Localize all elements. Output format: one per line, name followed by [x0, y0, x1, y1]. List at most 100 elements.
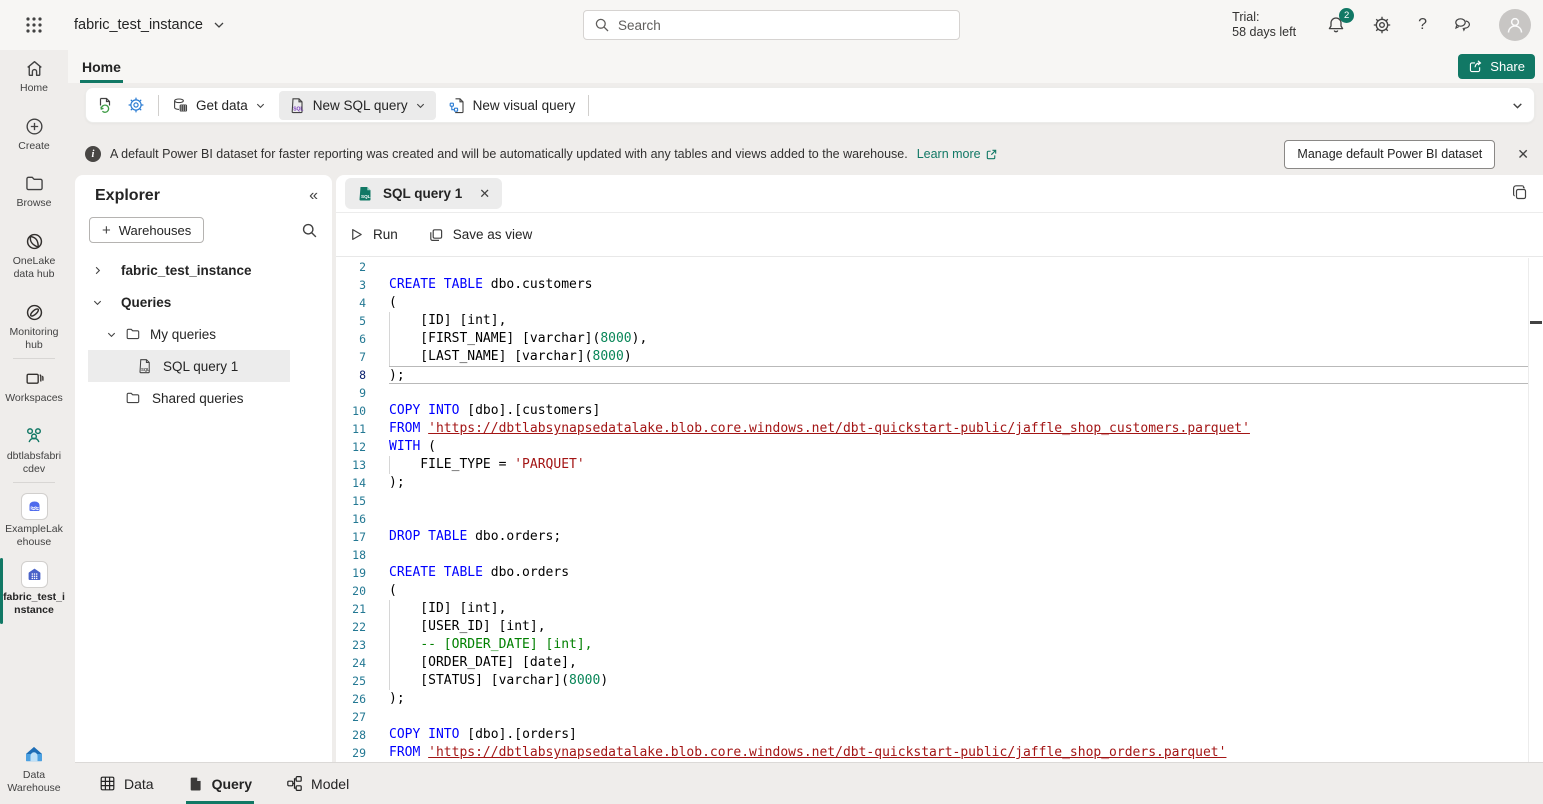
code-line[interactable]: 16: [336, 510, 1529, 528]
run-button[interactable]: Run: [349, 227, 398, 242]
code-line[interactable]: 29FROM 'https://dbtlabsynapsedatalake.bl…: [336, 744, 1529, 762]
code-line[interactable]: 10COPY INTO [dbo].[customers]: [336, 402, 1529, 420]
view-switcher-bar: Data Query Model: [75, 762, 1543, 804]
sql-code-editor[interactable]: 23CREATE TABLE dbo.customers4(5 [ID] [in…: [336, 258, 1529, 762]
code-line[interactable]: 27: [336, 708, 1529, 726]
data-warehouse-icon: [22, 742, 46, 766]
people-icon: [23, 425, 45, 447]
code-line[interactable]: 20(: [336, 582, 1529, 600]
avatar[interactable]: [1499, 9, 1531, 41]
learn-more-link[interactable]: Learn more: [917, 147, 998, 161]
code-line[interactable]: 21 [ID] [int],: [336, 600, 1529, 618]
nav-data-warehouse[interactable]: Data Warehouse: [0, 742, 68, 795]
code-line[interactable]: 13 FILE_TYPE = 'PARQUET': [336, 456, 1529, 474]
code-line[interactable]: 14);: [336, 474, 1529, 492]
nav-browse[interactable]: Browse: [0, 173, 68, 210]
svg-text:SQL: SQL: [141, 367, 150, 372]
onelake-icon: [24, 231, 45, 252]
code-line[interactable]: 12WITH (: [336, 438, 1529, 456]
query-tab-sql-query-1[interactable]: SQL SQL query 1 ✕: [345, 178, 502, 209]
settings-button[interactable]: [1372, 15, 1392, 35]
code-line[interactable]: 18: [336, 546, 1529, 564]
get-data-button[interactable]: Get data: [172, 97, 266, 114]
help-button[interactable]: ?: [1418, 16, 1427, 34]
explorer-panel: Explorer « + Warehouses fabric_test_inst…: [75, 175, 332, 762]
chevron-down-icon[interactable]: [103, 329, 119, 340]
code-line[interactable]: 5 [ID] [int],: [336, 312, 1529, 330]
line-number: 26: [336, 690, 366, 708]
line-number: 15: [336, 492, 366, 510]
app-launcher-icon[interactable]: [22, 13, 46, 37]
chevron-right-icon[interactable]: [89, 265, 105, 276]
tree-item-shared-queries[interactable]: Shared queries: [75, 382, 332, 414]
banner-close-icon[interactable]: ✕: [1517, 146, 1529, 163]
search-input[interactable]: Search: [583, 10, 960, 40]
sql-file-icon: SQL: [137, 358, 153, 374]
collapse-panel-icon[interactable]: «: [309, 187, 318, 205]
code-line[interactable]: 8);: [336, 366, 1529, 384]
notifications-button[interactable]: 2: [1326, 15, 1346, 35]
code-line[interactable]: 22 [USER_ID] [int],: [336, 618, 1529, 636]
code-line[interactable]: 6 [FIRST_NAME] [varchar](8000),: [336, 330, 1529, 348]
tree-item-sql-query-1[interactable]: SQL SQL query 1: [88, 350, 290, 382]
nav-onelake-data-hub[interactable]: OneLake data hub: [0, 231, 68, 281]
chevron-down-icon: [213, 19, 225, 31]
banner-message: A default Power BI dataset for faster re…: [110, 147, 908, 161]
feedback-button[interactable]: [1453, 15, 1473, 35]
trial-status: Trial: 58 days left: [1232, 10, 1296, 40]
visual-query-file-icon: [449, 97, 466, 114]
workspace-selector[interactable]: fabric_test_instance: [74, 0, 225, 50]
query-settings-button[interactable]: [127, 96, 145, 114]
new-visual-query-button[interactable]: New visual query: [449, 97, 576, 114]
nav-example-lakehouse[interactable]: ExampleLak ehouse: [0, 493, 68, 549]
refresh-button[interactable]: [96, 96, 114, 114]
copy-icon[interactable]: [1511, 184, 1529, 202]
code-line[interactable]: 7 [LAST_NAME] [varchar](8000): [336, 348, 1529, 366]
nav-fabric-test-instance[interactable]: fabric_test_i nstance: [0, 561, 68, 617]
share-button[interactable]: Share: [1458, 54, 1535, 79]
view-tab-query[interactable]: Query: [186, 763, 254, 804]
nav-dbtlabsfabricdev-workspace[interactable]: dbtlabsfabri cdev: [0, 425, 68, 476]
nav-workspaces[interactable]: Workspaces: [0, 368, 68, 405]
code-line[interactable]: 2: [336, 258, 1529, 276]
code-line[interactable]: 24 [ORDER_DATE] [date],: [336, 654, 1529, 672]
save-as-view-button[interactable]: Save as view: [428, 227, 533, 243]
code-line[interactable]: 15: [336, 492, 1529, 510]
warehouse-item-icon: [21, 561, 48, 588]
share-icon: [1468, 59, 1483, 74]
nav-home[interactable]: Home: [0, 58, 68, 95]
view-tab-model[interactable]: Model: [284, 763, 351, 804]
line-number: 6: [336, 330, 366, 348]
tree-item-my-queries[interactable]: My queries: [75, 318, 332, 350]
scrollbar-mark[interactable]: [1530, 321, 1542, 324]
code-line[interactable]: 4(: [336, 294, 1529, 312]
folder-icon: [125, 326, 141, 342]
new-sql-query-button[interactable]: SQL New SQL query: [279, 91, 436, 120]
manage-dataset-button[interactable]: Manage default Power BI dataset: [1284, 140, 1495, 169]
code-line[interactable]: 17DROP TABLE dbo.orders;: [336, 528, 1529, 546]
code-line[interactable]: 23 -- [ORDER_DATE] [int],: [336, 636, 1529, 654]
code-line[interactable]: 19CREATE TABLE dbo.orders: [336, 564, 1529, 582]
code-line[interactable]: 9: [336, 384, 1529, 402]
explorer-title: Explorer: [95, 187, 160, 205]
svg-text:SQL: SQL: [293, 106, 303, 112]
code-line[interactable]: 26);: [336, 690, 1529, 708]
nav-monitoring-hub[interactable]: Monitoring hub: [0, 302, 68, 352]
code-line[interactable]: 28COPY INTO [dbo].[orders]: [336, 726, 1529, 744]
code-line[interactable]: 3CREATE TABLE dbo.customers: [336, 276, 1529, 294]
ribbon-expand-chevron[interactable]: [1511, 99, 1524, 112]
tree-item-queries[interactable]: Queries: [75, 286, 332, 318]
code-line[interactable]: 25 [STATUS] [varchar](8000): [336, 672, 1529, 690]
ribbon-tab-row: Home Share: [68, 50, 1543, 83]
sql-file-green-icon: SQL: [357, 185, 374, 202]
add-warehouses-button[interactable]: + Warehouses: [89, 217, 204, 243]
chevron-down-icon[interactable]: [89, 297, 105, 308]
tab-home[interactable]: Home: [80, 50, 123, 83]
nav-create[interactable]: Create: [0, 116, 68, 153]
view-tab-data[interactable]: Data: [97, 763, 156, 804]
explorer-search-icon[interactable]: [301, 222, 318, 239]
close-tab-icon[interactable]: ✕: [479, 186, 490, 202]
tree-item-warehouse[interactable]: fabric_test_instance: [75, 254, 332, 286]
code-line[interactable]: 11FROM 'https://dbtlabsynapsedatalake.bl…: [336, 420, 1529, 438]
plus-icon: +: [102, 222, 111, 239]
